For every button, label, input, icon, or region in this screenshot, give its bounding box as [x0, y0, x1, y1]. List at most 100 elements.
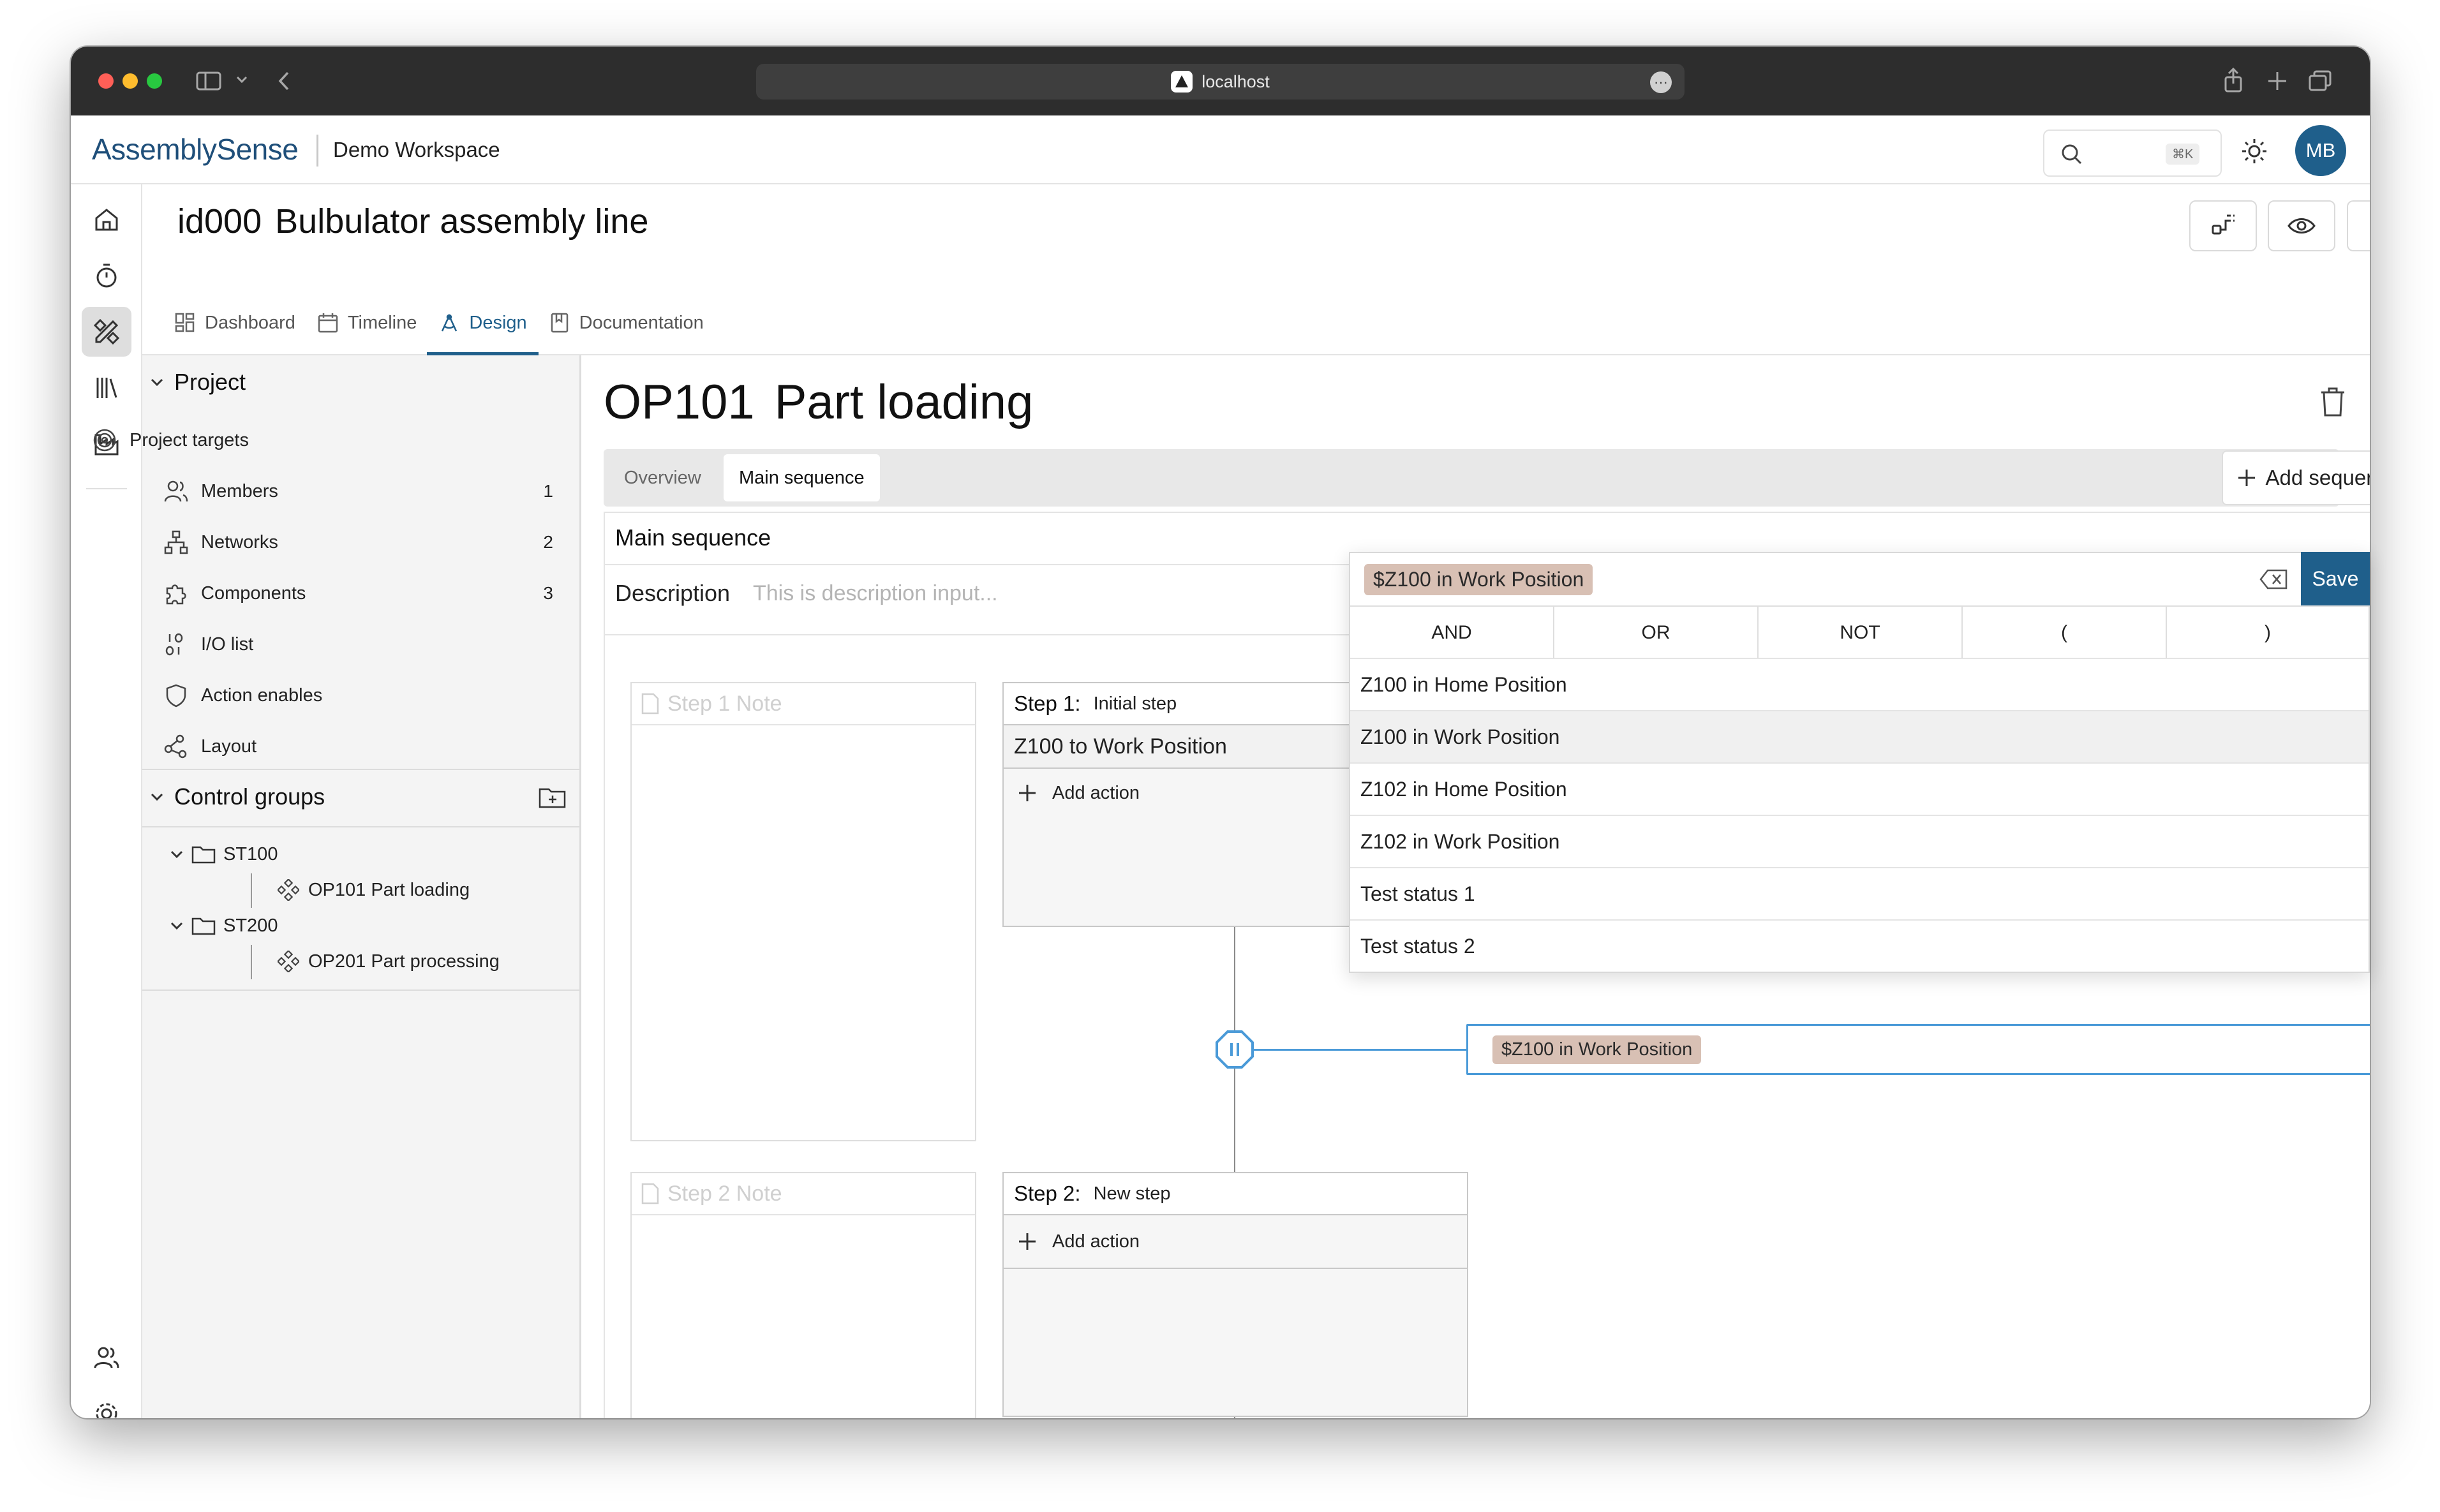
sidebar-item-networks[interactable]: Networks 2 — [160, 517, 575, 568]
rail-home-icon[interactable] — [82, 195, 131, 244]
condition-option-highlighted[interactable]: Z100 in Work Position — [1350, 710, 2369, 762]
tree-folder-st200[interactable]: ST200 — [170, 908, 278, 944]
sidebar-toggle-icon[interactable] — [196, 71, 221, 91]
add-action-label: Add action — [1052, 782, 1140, 803]
control-groups-header[interactable]: Control groups — [150, 776, 325, 817]
tab-overview-icon[interactable] — [2308, 70, 2332, 93]
step-name[interactable]: New step — [1094, 1183, 1171, 1204]
tab-overview[interactable]: Overview — [609, 454, 717, 501]
plus-icon — [1018, 1232, 1037, 1251]
shield-icon — [160, 679, 192, 711]
app-header: AssemblySense Demo Workspace ⌘K MB — [71, 115, 2370, 184]
app-logo[interactable]: AssemblySense — [92, 132, 299, 167]
tree-item-op101[interactable]: OP101 Part loading — [278, 872, 470, 908]
tree-folder-st100[interactable]: ST100 — [170, 836, 278, 872]
sidebar: Project Project targets Members 1 Networ… — [93, 355, 581, 1418]
tree-line — [251, 873, 252, 908]
clear-expression-icon[interactable] — [2259, 568, 2288, 590]
operator-and-button[interactable]: AND — [1350, 607, 1554, 659]
sidebar-item-label: Members — [201, 480, 278, 501]
tab-documentation[interactable]: Documentation — [549, 299, 704, 346]
sidebar-item-label: Components — [201, 582, 306, 604]
sidebar-item-label: Project targets — [130, 429, 249, 450]
condition-option[interactable]: Test status 1 — [1350, 867, 2369, 919]
layout-icon — [160, 730, 192, 762]
search-box[interactable]: ⌘K — [2043, 130, 2222, 177]
tab-main-sequence[interactable]: Main sequence — [724, 454, 880, 501]
target-icon — [89, 424, 121, 456]
flow-view-button[interactable] — [2189, 200, 2257, 251]
close-window-button[interactable] — [98, 73, 114, 89]
sidebar-divider — [142, 769, 581, 770]
members-count: 1 — [543, 481, 553, 501]
expression-bar[interactable]: $Z100 in Work Position — [1350, 553, 2301, 605]
add-sequence-button[interactable]: Add sequence — [2222, 450, 2370, 505]
sidebar-item-components[interactable]: Components 3 — [160, 568, 575, 619]
chevron-down-icon[interactable] — [235, 75, 248, 85]
sidebar-item-label: Action enables — [201, 685, 323, 706]
step-note-card[interactable]: Step 2 Note — [630, 1172, 976, 1418]
new-tab-icon[interactable] — [2266, 70, 2288, 92]
chevron-down-icon — [150, 377, 164, 387]
condition-option[interactable]: Z102 in Work Position — [1350, 815, 2369, 867]
io-list-icon — [160, 628, 192, 660]
url-bar[interactable]: localhost ··· — [756, 64, 1685, 100]
expression-chip[interactable]: $Z100 in Work Position — [1364, 563, 1593, 595]
operator-not-button[interactable]: NOT — [1759, 607, 1963, 659]
share-icon[interactable] — [2222, 67, 2244, 94]
add-action-button[interactable]: Add action — [1018, 774, 1140, 812]
operator-open-paren-button[interactable]: ( — [1963, 607, 2167, 659]
theme-toggle-icon[interactable] — [2240, 137, 2268, 165]
rail-settings-icon[interactable] — [82, 1389, 131, 1418]
add-folder-icon[interactable] — [538, 784, 567, 810]
users-icon — [160, 475, 192, 507]
operator-or-button[interactable]: OR — [1554, 607, 1759, 659]
project-section-header[interactable]: Project — [150, 362, 246, 403]
description-label: Description — [615, 580, 731, 606]
step-name[interactable]: Initial step — [1094, 693, 1177, 715]
step-note-card[interactable]: Step 1 Note — [630, 682, 976, 1141]
transition-condition-input[interactable]: $Z100 in Work Position — [1466, 1024, 2370, 1075]
browser-titlebar: localhost ··· — [71, 47, 2370, 115]
sidebar-item-io-list[interactable]: I/O list — [160, 619, 575, 670]
condition-option[interactable]: Test status 2 — [1350, 919, 2369, 972]
tab-timeline[interactable]: Timeline — [317, 299, 417, 346]
minimize-window-button[interactable] — [123, 73, 138, 89]
delete-icon[interactable] — [2319, 386, 2347, 418]
tab-dashboard[interactable]: Dashboard — [174, 299, 295, 346]
transition-node-icon[interactable] — [1215, 1030, 1254, 1069]
add-action-button[interactable]: Add action — [1004, 1215, 1467, 1269]
sidebar-item-layout[interactable]: Layout — [160, 721, 575, 772]
sidebar-item-label: Layout — [201, 736, 257, 757]
workspace-name[interactable]: Demo Workspace — [333, 138, 500, 162]
maximize-window-button[interactable] — [147, 73, 162, 89]
tree-line — [251, 945, 252, 979]
preview-button[interactable] — [2268, 200, 2335, 251]
condition-option[interactable]: Z102 in Home Position — [1350, 762, 2369, 815]
sidebar-item-project-targets[interactable]: Project targets — [89, 415, 433, 466]
project-settings-button[interactable] — [2347, 200, 2370, 251]
step-label: Step 2: — [1014, 1182, 1081, 1205]
project-header: id000 Bulbulator assembly line Dashboard… — [142, 184, 2370, 355]
icon-rail — [71, 184, 142, 1418]
more-icon[interactable]: ··· — [1650, 71, 1672, 93]
tab-design[interactable]: Design — [427, 299, 539, 355]
rail-timer-icon[interactable] — [82, 251, 131, 300]
user-avatar[interactable]: MB — [2295, 125, 2346, 176]
tree-item-op201[interactable]: OP201 Part processing — [278, 944, 500, 979]
site-icon — [1171, 71, 1193, 93]
save-button[interactable]: Save — [2301, 552, 2370, 605]
back-icon[interactable] — [276, 70, 292, 92]
rail-design-icon[interactable] — [82, 307, 131, 357]
sidebar-item-action-enables[interactable]: Action enables — [160, 670, 575, 721]
rail-users-icon[interactable] — [82, 1333, 131, 1382]
section-title: Main sequence — [615, 524, 771, 551]
condition-option[interactable]: Z100 in Home Position — [1350, 658, 2369, 710]
description-input[interactable]: This is description input... — [753, 581, 998, 606]
operator-close-paren-button[interactable]: ) — [2167, 607, 2369, 659]
step-card[interactable]: Step 2: New step Add action — [1002, 1172, 1468, 1417]
chevron-down-icon — [170, 921, 184, 931]
sidebar-item-members[interactable]: Members 1 — [160, 466, 575, 517]
plus-icon — [2237, 468, 2256, 487]
rail-library-icon[interactable] — [82, 363, 131, 413]
